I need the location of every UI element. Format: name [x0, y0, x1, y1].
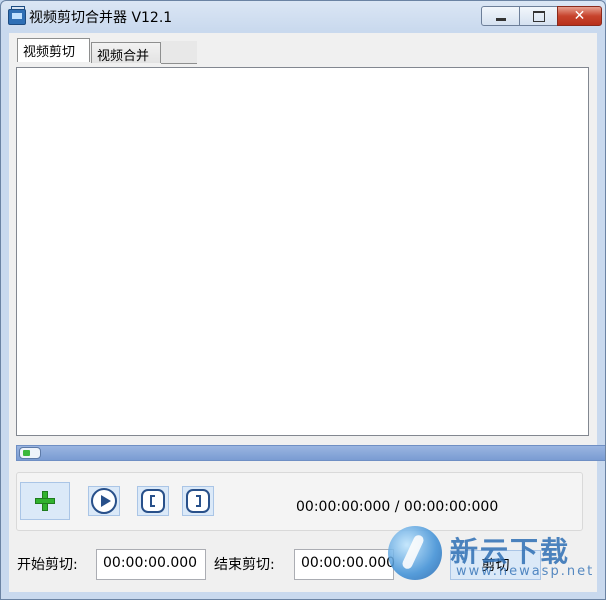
- cut-button[interactable]: 剪切: [450, 550, 541, 580]
- end-cut-label: 结束剪切:: [214, 557, 275, 573]
- close-icon: ✕: [573, 8, 586, 24]
- tab-strip: [161, 41, 197, 64]
- end-cut-field[interactable]: 00:00:00.000: [294, 549, 395, 580]
- progress-slider-thumb[interactable]: [19, 447, 41, 459]
- maximize-icon: [532, 10, 545, 22]
- play-icon: [91, 488, 117, 514]
- bracket-left-icon: [141, 489, 165, 513]
- play-button[interactable]: [88, 486, 120, 516]
- mark-end-button[interactable]: [182, 486, 214, 516]
- app-window: 视频剪切合并器 V12.1 ✕ 视频剪切 视频合并 00:00:00:000 /…: [0, 0, 606, 600]
- time-readout: 00:00:00:000 / 00:00:00:000: [296, 499, 499, 515]
- add-video-button[interactable]: [20, 482, 70, 520]
- minimize-button[interactable]: [481, 6, 520, 26]
- title-bar[interactable]: 视频剪切合并器 V12.1 ✕: [1, 1, 605, 33]
- client-area: 视频剪切 视频合并 00:00:00:000 / 00:00:00:000 开始…: [9, 33, 605, 592]
- tab-video-merge[interactable]: 视频合并: [91, 42, 161, 64]
- tab-video-cut[interactable]: 视频剪切: [17, 38, 90, 62]
- minimize-icon: [495, 17, 506, 21]
- mark-start-button[interactable]: [137, 486, 169, 516]
- plus-icon: [33, 489, 57, 513]
- bracket-right-icon: [186, 489, 210, 513]
- controls-panel: 00:00:00:000 / 00:00:00:000: [16, 472, 583, 531]
- video-preview-area[interactable]: [16, 67, 589, 436]
- close-button[interactable]: ✕: [557, 6, 602, 26]
- maximize-button[interactable]: [519, 6, 558, 26]
- tv-icon: [8, 9, 26, 25]
- start-cut-label: 开始剪切:: [17, 557, 78, 573]
- window-title: 视频剪切合并器 V12.1: [29, 10, 173, 26]
- playback-progress-bar[interactable]: [16, 445, 605, 461]
- start-cut-field[interactable]: 00:00:00.000: [96, 549, 206, 580]
